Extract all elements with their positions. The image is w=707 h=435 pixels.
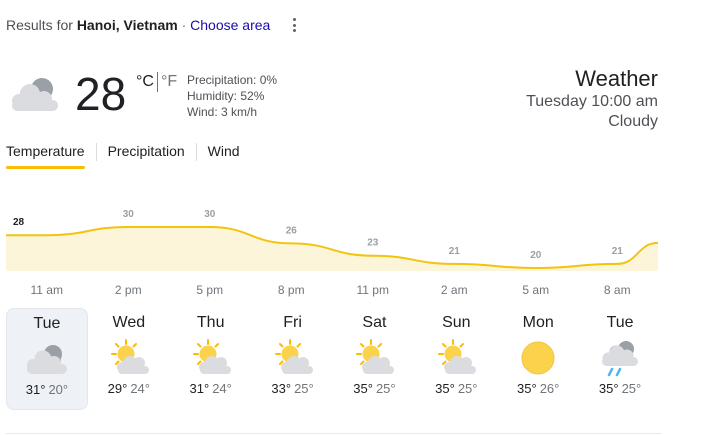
tab-temperature[interactable]: Temperature [6, 143, 85, 169]
partly-sunny-icon [187, 338, 235, 378]
day-card[interactable]: Sun 35° 25° [415, 308, 497, 410]
tab-precipitation[interactable]: Precipitation [108, 143, 185, 169]
temperature-point-label: 21 [449, 246, 461, 257]
tab-wind[interactable]: Wind [208, 143, 240, 169]
high-temp: 31° [189, 381, 210, 396]
day-card[interactable]: Thu 31° 24° [170, 308, 252, 410]
hour-label: 11 am [30, 283, 63, 297]
separator-dot: · [181, 17, 187, 33]
high-temp: 35° [598, 381, 619, 396]
day-card[interactable]: Tue 35° 25° [579, 308, 661, 410]
unit-toggle: °C °F [136, 72, 177, 92]
celsius-button[interactable]: °C [136, 73, 154, 91]
precipitation-text: Precipitation: 0% [187, 73, 278, 87]
day-temps: 31° 24° [170, 381, 252, 396]
cloudy-icon [23, 339, 71, 379]
high-temp: 29° [107, 381, 128, 396]
day-temps: 35° 25° [334, 381, 416, 396]
partly-sunny-icon [105, 338, 153, 378]
metric-tabs: Temperature Precipitation Wind [6, 143, 240, 169]
temperature-point-label: 26 [286, 225, 298, 236]
hour-label: 11 pm [356, 283, 389, 297]
tab-divider [95, 143, 97, 161]
day-temps: 33° 25° [252, 381, 334, 396]
day-name: Wed [112, 314, 146, 331]
sunny-icon [514, 338, 562, 378]
weather-details: Precipitation: 0% Humidity: 52% Wind: 3 … [187, 72, 277, 120]
high-temp: 31° [25, 382, 46, 397]
day-card[interactable]: Wed 29° 24° [88, 308, 170, 410]
day-temps: 29° 24° [88, 381, 170, 396]
current-temperature: 28 [75, 68, 127, 120]
temperature-point-label: 30 [204, 209, 216, 220]
day-card[interactable]: Sat 35° 25° [334, 308, 416, 410]
bottom-divider [6, 433, 661, 434]
weather-time: Tuesday 10:00 am [526, 93, 658, 110]
humidity-text: Humidity: 52% [187, 89, 265, 103]
hour-label: 2 pm [114, 283, 142, 297]
cloudy-icon [12, 78, 58, 111]
weather-condition: Cloudy [608, 113, 658, 130]
day-temps: 35° 25° [579, 381, 661, 396]
day-name: Sat [362, 314, 387, 331]
day-card[interactable]: Tue 31° 20° [6, 308, 88, 410]
temperature-point-label: 23 [367, 238, 379, 249]
partly-sunny-icon [432, 338, 480, 378]
hour-label: 8 pm [277, 283, 305, 297]
high-temp: 35° [517, 381, 537, 396]
temperature-point-label: 20 [530, 250, 542, 261]
partly-sunny-icon [269, 338, 317, 378]
choose-area-link[interactable]: Choose area [190, 17, 270, 33]
day-name: Sun [442, 314, 471, 331]
day-card[interactable]: Mon 35° 26° [497, 308, 579, 410]
day-temps: 31° 20° [7, 382, 87, 397]
temperature-point-label: 28 [13, 217, 25, 228]
daily-forecast: Tue 31° 20° Wed 29° 24° Thu 31° 24° Fri 33°… [6, 308, 661, 410]
more-options-icon[interactable] [288, 16, 300, 34]
high-temp: 35° [435, 381, 455, 396]
day-name: Thu [196, 314, 225, 331]
low-temp: 25° [294, 381, 314, 396]
day-card[interactable]: Fri 33° 25° [252, 308, 334, 410]
day-name: Tue [33, 315, 61, 332]
fahrenheit-button[interactable]: °F [161, 73, 177, 91]
rain-shower-icon [596, 338, 644, 378]
hour-axis: 11 am 2 pm 5 pm 8 pm 11 pm 2 am 5 am 8 am [0, 283, 707, 299]
day-temps: 35° 26° [497, 381, 579, 396]
temperature-point-label: 21 [612, 246, 624, 257]
day-name: Tue [606, 314, 634, 331]
low-temp: 24° [130, 381, 150, 396]
hour-label: 8 am [603, 283, 631, 297]
partly-sunny-icon [350, 338, 398, 378]
day-name: Fri [283, 314, 302, 331]
day-temps: 35° 25° [415, 381, 497, 396]
hour-label: 2 am [440, 283, 468, 297]
hour-label: 5 pm [196, 283, 224, 297]
low-temp: 24° [212, 381, 232, 396]
low-temp: 20° [48, 382, 69, 397]
high-temp: 35° [353, 381, 373, 396]
unit-divider [156, 72, 158, 92]
hour-label: 5 am [522, 283, 550, 297]
tab-divider [195, 143, 197, 161]
location-name: Hanoi, Vietnam [76, 17, 178, 33]
wind-text: Wind: 3 km/h [187, 105, 258, 119]
low-temp: 26° [539, 381, 560, 396]
results-for-header: Results for Hanoi, Vietnam · Choose area [6, 17, 270, 33]
day-name: Mon [522, 314, 554, 331]
results-prefix: Results for [6, 17, 73, 33]
temperature-point-label: 30 [123, 209, 135, 220]
low-temp: 25° [375, 381, 396, 396]
weather-title: Weather [575, 66, 658, 91]
high-temp: 33° [271, 381, 292, 396]
low-temp: 25° [457, 381, 478, 396]
low-temp: 25° [621, 381, 642, 396]
